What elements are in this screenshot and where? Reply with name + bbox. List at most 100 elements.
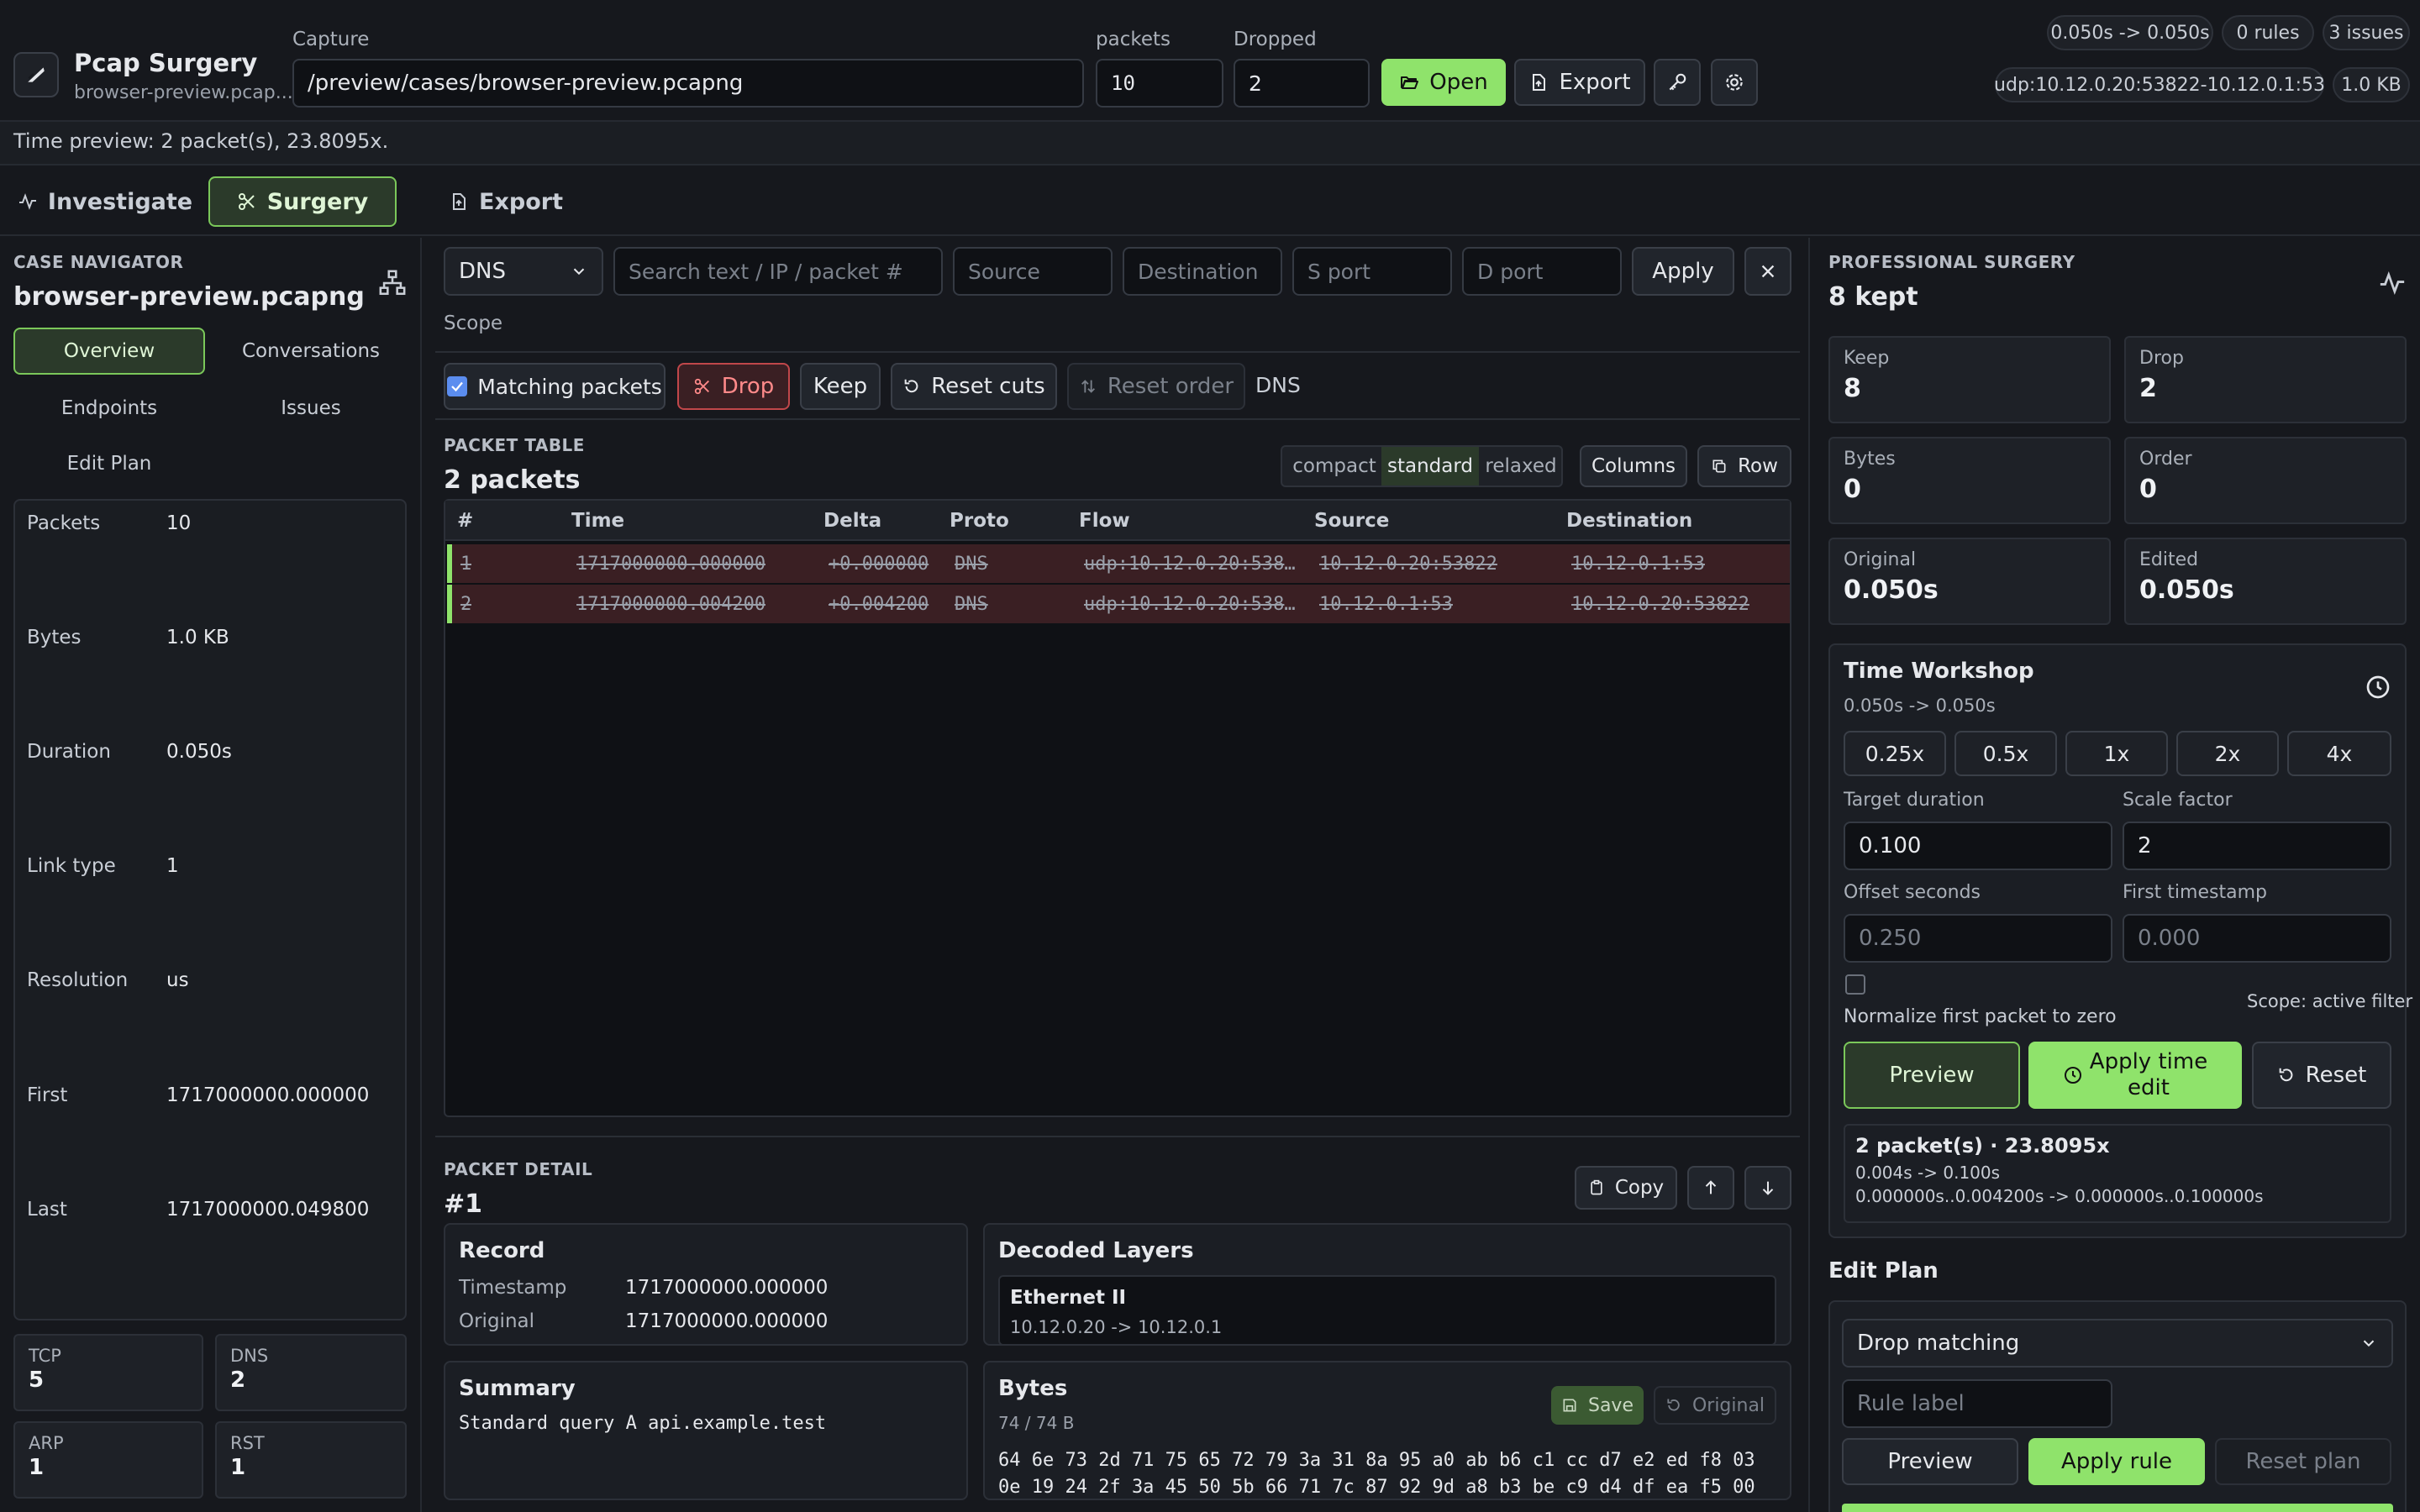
key-icon — [1669, 73, 1686, 91]
clear-filter-button[interactable] — [1744, 247, 1791, 296]
apply-rule-button[interactable]: Apply rule — [2028, 1438, 2205, 1485]
first-timestamp-input[interactable]: 0.000 — [2123, 914, 2391, 963]
overview-stats-panel — [13, 499, 407, 1320]
source-input[interactable]: Source — [953, 247, 1113, 296]
col-header-delta[interactable]: Delta — [823, 510, 881, 532]
tab-surgery-label: Surgery — [266, 188, 369, 215]
row-proto: DNS — [955, 553, 988, 575]
undo-icon — [2279, 1068, 2293, 1082]
plan-preview-button[interactable]: Preview — [1842, 1438, 2018, 1485]
save-bytes-button[interactable]: Save — [1551, 1386, 1644, 1425]
destination-input[interactable]: Destination — [1123, 247, 1282, 296]
row-label: Row — [1738, 455, 1778, 477]
nav-edit-plan[interactable]: Edit Plan — [13, 440, 205, 487]
time-reset-button[interactable]: Reset — [2252, 1042, 2391, 1109]
topology-button[interactable] — [378, 269, 407, 297]
apply-time-edit-button[interactable]: Apply time edit — [2028, 1042, 2242, 1109]
stat-resolution-value: us — [166, 969, 189, 991]
speed-button-2x[interactable]: 2x — [2176, 731, 2279, 776]
keep-button[interactable]: Keep — [800, 363, 881, 410]
time-workshop-range: 0.050s -> 0.050s — [1844, 696, 1996, 716]
density-relaxed[interactable]: relaxed — [1481, 447, 1561, 486]
navigator-section-title: CASE NAVIGATOR — [13, 252, 184, 272]
activity-button[interactable] — [2378, 269, 2407, 297]
protocol-card-tcp: TCP 5 — [13, 1334, 203, 1411]
key-button[interactable] — [1654, 59, 1701, 106]
density-compact[interactable]: compact — [1282, 447, 1386, 486]
stat-packets-key: Packets — [27, 512, 101, 534]
speed-button-05x[interactable]: 0.5x — [1954, 731, 2057, 776]
prev-packet-button[interactable] — [1687, 1166, 1734, 1210]
columns-button[interactable]: Columns — [1580, 445, 1687, 487]
speed-button-1x[interactable]: 1x — [2065, 731, 2168, 776]
rule-label-input[interactable]: Rule label — [1842, 1379, 2112, 1428]
table-row[interactable]: 1 1717000000.000000 +0.000000 DNS udp:10… — [447, 544, 1790, 583]
time-result-title: 2 packet(s) · 23.8095x — [1855, 1134, 2110, 1158]
speed-button-4x[interactable]: 4x — [2287, 731, 2391, 776]
col-header-time[interactable]: Time — [571, 510, 624, 532]
col-header-num[interactable]: # — [457, 510, 473, 532]
original-bytes-button[interactable]: Original — [1654, 1386, 1776, 1425]
reset-cuts-button[interactable]: Reset cuts — [891, 363, 1057, 410]
speed-button-025x[interactable]: 0.25x — [1844, 731, 1946, 776]
packet-table-section-title: PACKET TABLE — [444, 435, 585, 455]
protocol-select[interactable]: DNS — [444, 247, 603, 296]
table-row[interactable]: 2 1717000000.004200 +0.004200 DNS udp:10… — [447, 585, 1790, 623]
stat-first-key: First — [27, 1084, 68, 1106]
activity-icon — [2380, 270, 2405, 296]
drop-label: Drop — [721, 374, 775, 399]
row-delta: +0.000000 — [829, 553, 929, 575]
plan-action-select[interactable]: Drop matching — [1842, 1319, 2393, 1368]
stat-card-edited-value: 0.050s — [2139, 575, 2234, 605]
layers-title: Decoded Layers — [998, 1238, 1194, 1263]
col-header-source[interactable]: Source — [1314, 510, 1389, 532]
time-result-line-1: 0.004s -> 0.100s — [1855, 1163, 2001, 1183]
open-button[interactable]: Open — [1381, 59, 1506, 106]
col-header-proto[interactable]: Proto — [950, 510, 1009, 532]
rules-badge: 0 rules — [2222, 15, 2314, 50]
app-subtitle: browser-preview.pcap... — [74, 82, 293, 103]
tab-surgery[interactable]: Surgery — [208, 176, 397, 227]
next-packet-button[interactable] — [1744, 1166, 1791, 1210]
row-source: 10.12.0.1:53 — [1319, 593, 1453, 615]
offset-seconds-label: Offset seconds — [1844, 882, 1981, 903]
target-duration-input[interactable]: 0.100 — [1844, 822, 2112, 870]
tab-investigate[interactable]: Investigate — [15, 176, 195, 227]
export-button[interactable]: Export — [1514, 59, 1645, 106]
density-standard[interactable]: standard — [1381, 447, 1479, 486]
search-input[interactable]: Search text / IP / packet # — [613, 247, 943, 296]
col-header-flow[interactable]: Flow — [1079, 510, 1130, 532]
row-proto: DNS — [955, 593, 988, 615]
capture-path-input[interactable]: /preview/cases/browser-preview.pcapng — [292, 59, 1084, 108]
dropped-input[interactable]: 2 — [1234, 59, 1370, 108]
normalize-checkbox[interactable] — [1845, 974, 1865, 995]
time-preview-button[interactable]: Preview — [1844, 1042, 2020, 1109]
reset-plan-button[interactable]: Reset plan — [2215, 1438, 2391, 1485]
sort-arrows-icon — [1081, 380, 1095, 393]
drop-button[interactable]: Drop — [677, 363, 790, 410]
packets-input[interactable]: 10 — [1096, 59, 1223, 108]
matching-packets-toggle[interactable]: Matching packets — [444, 363, 666, 410]
packets-label: packets — [1096, 29, 1171, 50]
clipboard-icon — [1591, 1179, 1602, 1195]
col-header-destination[interactable]: Destination — [1566, 510, 1692, 532]
sport-input[interactable]: S port — [1292, 247, 1452, 296]
nav-issues[interactable]: Issues — [215, 385, 407, 432]
apply-filter-button[interactable]: Apply — [1632, 247, 1734, 296]
dport-input[interactable]: D port — [1462, 247, 1622, 296]
copy-button[interactable]: Copy — [1575, 1166, 1677, 1210]
scope-label: Scope — [444, 312, 503, 334]
offset-seconds-input[interactable]: 0.250 — [1844, 914, 2112, 963]
nav-overview[interactable]: Overview — [13, 328, 205, 375]
row-button[interactable]: Row — [1697, 445, 1791, 487]
edit-plan-title: Edit Plan — [1828, 1258, 1939, 1284]
nav-conversations[interactable]: Conversations — [215, 328, 407, 375]
stat-card-order-value: 0 — [2139, 475, 2157, 504]
scale-factor-input[interactable]: 2 — [2123, 822, 2391, 870]
row-num: 2 — [460, 593, 472, 615]
reset-order-button[interactable]: Reset order — [1067, 363, 1245, 410]
settings-button[interactable] — [1711, 59, 1758, 106]
reset-order-label: Reset order — [1107, 374, 1234, 399]
nav-endpoints[interactable]: Endpoints — [13, 385, 205, 432]
tab-export[interactable]: Export — [430, 176, 581, 227]
